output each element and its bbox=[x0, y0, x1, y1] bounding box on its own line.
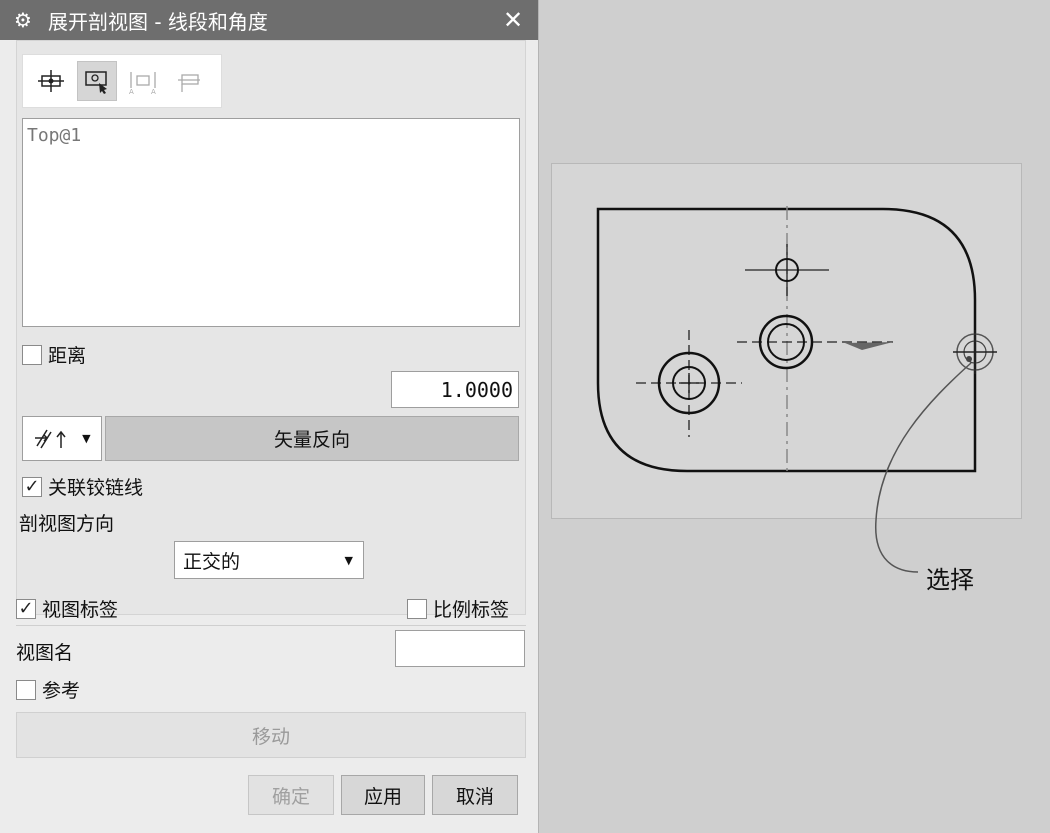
callout-label: 选择 bbox=[926, 566, 974, 594]
section-arrow bbox=[845, 342, 893, 350]
drawing-canvas bbox=[596, 206, 997, 573]
crosshair-cursor-icon bbox=[953, 330, 997, 374]
callout-leader bbox=[875, 362, 972, 573]
